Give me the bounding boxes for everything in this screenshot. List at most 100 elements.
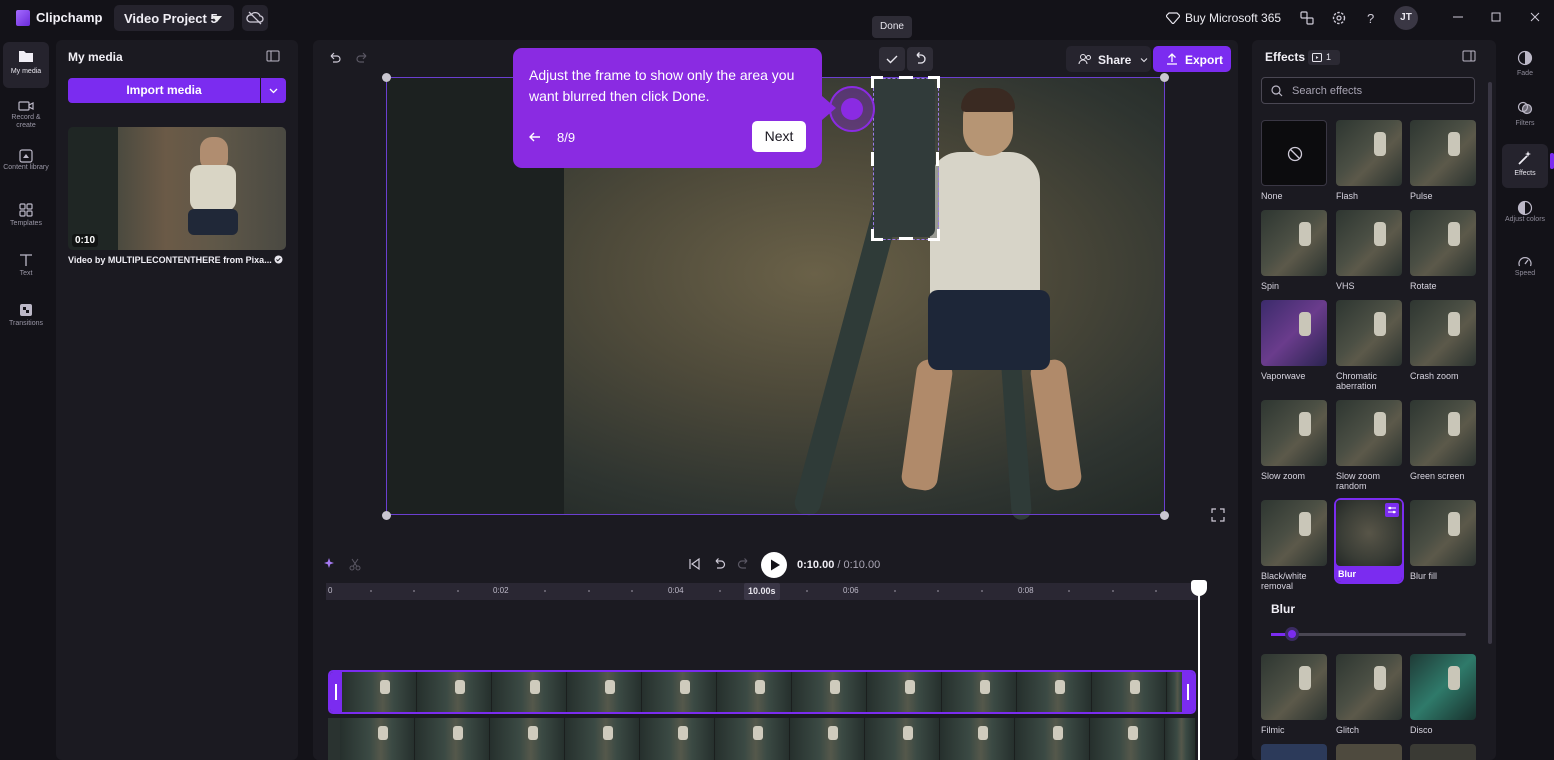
effect-disco[interactable]: Disco [1410,654,1476,735]
effect-blur-fill[interactable]: Blur fill [1410,500,1476,581]
blur-edge-handle[interactable] [936,152,939,166]
resize-handle[interactable] [382,73,391,82]
effect-chromatic-aberration[interactable]: Chromatic aberration [1336,300,1402,391]
coach-next-button[interactable]: Next [752,121,806,152]
effect-crash-zoom[interactable]: Crash zoom [1410,300,1476,381]
current-time: 0:10.00 [797,559,835,571]
resize-handle[interactable] [1160,73,1169,82]
blur-corner-handle[interactable] [871,229,883,241]
rail-item-adjust-colors[interactable]: Adjust colors [1502,194,1548,238]
reset-button[interactable] [907,47,933,71]
trim-handle-right[interactable] [1182,672,1194,712]
rail-item-text[interactable]: Text [3,246,49,292]
effect-filmic[interactable]: Filmic [1261,654,1327,735]
effect-black-white-removal[interactable]: Black/white removal [1261,500,1327,591]
effect-pulse[interactable]: Pulse [1410,120,1476,201]
sparkle-icon[interactable] [323,557,337,571]
skip-to-start-icon[interactable] [687,557,701,571]
resize-handle[interactable] [382,511,391,520]
rewind-5s-icon[interactable] [712,557,726,571]
clipchamp-logo-icon [16,10,30,26]
media-thumbnail[interactable]: 0:10 [68,127,286,250]
project-name-button[interactable]: Video Project 5 [114,5,234,31]
rail-item-effects[interactable]: Effects [1502,144,1548,188]
upload-icon [1167,53,1177,65]
effect-blur[interactable]: Blur [1334,498,1404,584]
effects-panel-title: Effects [1265,50,1306,64]
blur-slider-track[interactable] [1271,633,1466,636]
blur-edge-handle[interactable] [899,237,913,240]
timeline-ruler[interactable]: 0 0:02 0:04 10.00s 0:06 0:08 [326,583,1201,600]
done-button[interactable] [879,47,905,71]
app-name: Clipchamp [36,10,103,25]
settings-gear-icon[interactable] [1331,10,1347,26]
effect-green-screen[interactable]: Green screen [1410,400,1476,481]
avatar[interactable]: JT [1394,6,1418,30]
thumb-person-shorts [188,209,238,235]
effect-flash[interactable]: Flash [1336,120,1402,201]
fullscreen-icon[interactable] [1211,508,1225,522]
blur-region-frame[interactable] [873,78,939,240]
blur-edge-handle[interactable] [871,152,874,166]
collapse-panel-icon[interactable] [266,50,280,62]
blur-slider-thumb[interactable] [1285,627,1299,641]
rail-item-templates[interactable]: Templates [3,196,49,242]
video-track-clip[interactable] [328,670,1196,714]
collapse-panel-icon[interactable] [1462,50,1476,62]
trim-handle-left[interactable] [330,672,342,712]
playhead-line[interactable] [1198,588,1200,760]
effect-thumbnail [1410,654,1476,720]
effect-vhs[interactable]: VHS [1336,210,1402,291]
resize-handle[interactable] [1160,511,1169,520]
cloud-sync-button[interactable] [242,5,268,31]
clip-frame [1165,718,1196,760]
maximize-icon[interactable] [1489,10,1503,24]
clip-frame [567,672,642,712]
export-button[interactable]: Export [1153,46,1231,72]
adjust-sliders-icon[interactable] [1385,503,1399,517]
effect-spin[interactable]: Spin [1261,210,1327,291]
play-icon [771,559,780,571]
video-track-lower[interactable] [328,718,1196,760]
back-arrow-icon[interactable] [528,130,542,144]
rail-item-transitions[interactable]: Transitions [3,296,49,342]
share-link-icon[interactable] [1299,10,1315,26]
close-icon[interactable] [1528,10,1542,24]
blur-corner-handle[interactable] [928,229,940,241]
effect-slow-zoom[interactable]: Slow zoom [1261,400,1327,481]
rail-item-record-create[interactable]: Record & create [3,92,49,138]
import-media-button[interactable]: Import media [68,78,260,103]
blur-edge-handle[interactable] [899,76,913,79]
check-icon [886,55,898,64]
playhead-handle[interactable] [1191,580,1207,596]
import-media-dropdown[interactable] [261,78,286,103]
rail-item-content-library[interactable]: Content library [3,142,49,188]
effect-thumbnail-partial[interactable] [1410,744,1476,760]
search-effects-input[interactable]: Search effects [1261,77,1475,104]
clip-icon [1312,53,1322,62]
effect-glitch[interactable]: Glitch [1336,654,1402,735]
blur-corner-handle[interactable] [871,76,883,88]
effect-slow-zoom-random[interactable]: Slow zoom random [1336,400,1402,491]
ruler-tick [937,590,939,592]
rail-item-fade[interactable]: Fade [1502,44,1548,88]
rail-item-my-media[interactable]: My media [3,42,49,88]
undo-icon[interactable] [327,51,341,65]
effect-none[interactable]: None [1261,120,1327,201]
minimize-icon[interactable] [1451,10,1465,24]
effects-scrollbar[interactable] [1488,82,1492,644]
effect-label: Slow zoom random [1336,471,1381,491]
effect-rotate[interactable]: Rotate [1410,210,1476,291]
share-button[interactable]: Share [1066,46,1151,72]
effect-thumbnail-partial[interactable] [1336,744,1402,760]
help-icon[interactable]: ? [1363,10,1379,26]
play-button[interactable] [761,552,787,578]
blur-corner-handle[interactable] [928,76,940,88]
effect-vaporwave[interactable]: Vaporwave [1261,300,1327,381]
rail-item-filters[interactable]: Filters [1502,94,1548,138]
coach-beacon-dot [841,98,863,120]
fade-icon [1517,50,1533,66]
rail-item-speed[interactable]: Speed [1502,248,1548,292]
effects-count: 1 [1326,52,1332,62]
effect-thumbnail-partial[interactable] [1261,744,1327,760]
